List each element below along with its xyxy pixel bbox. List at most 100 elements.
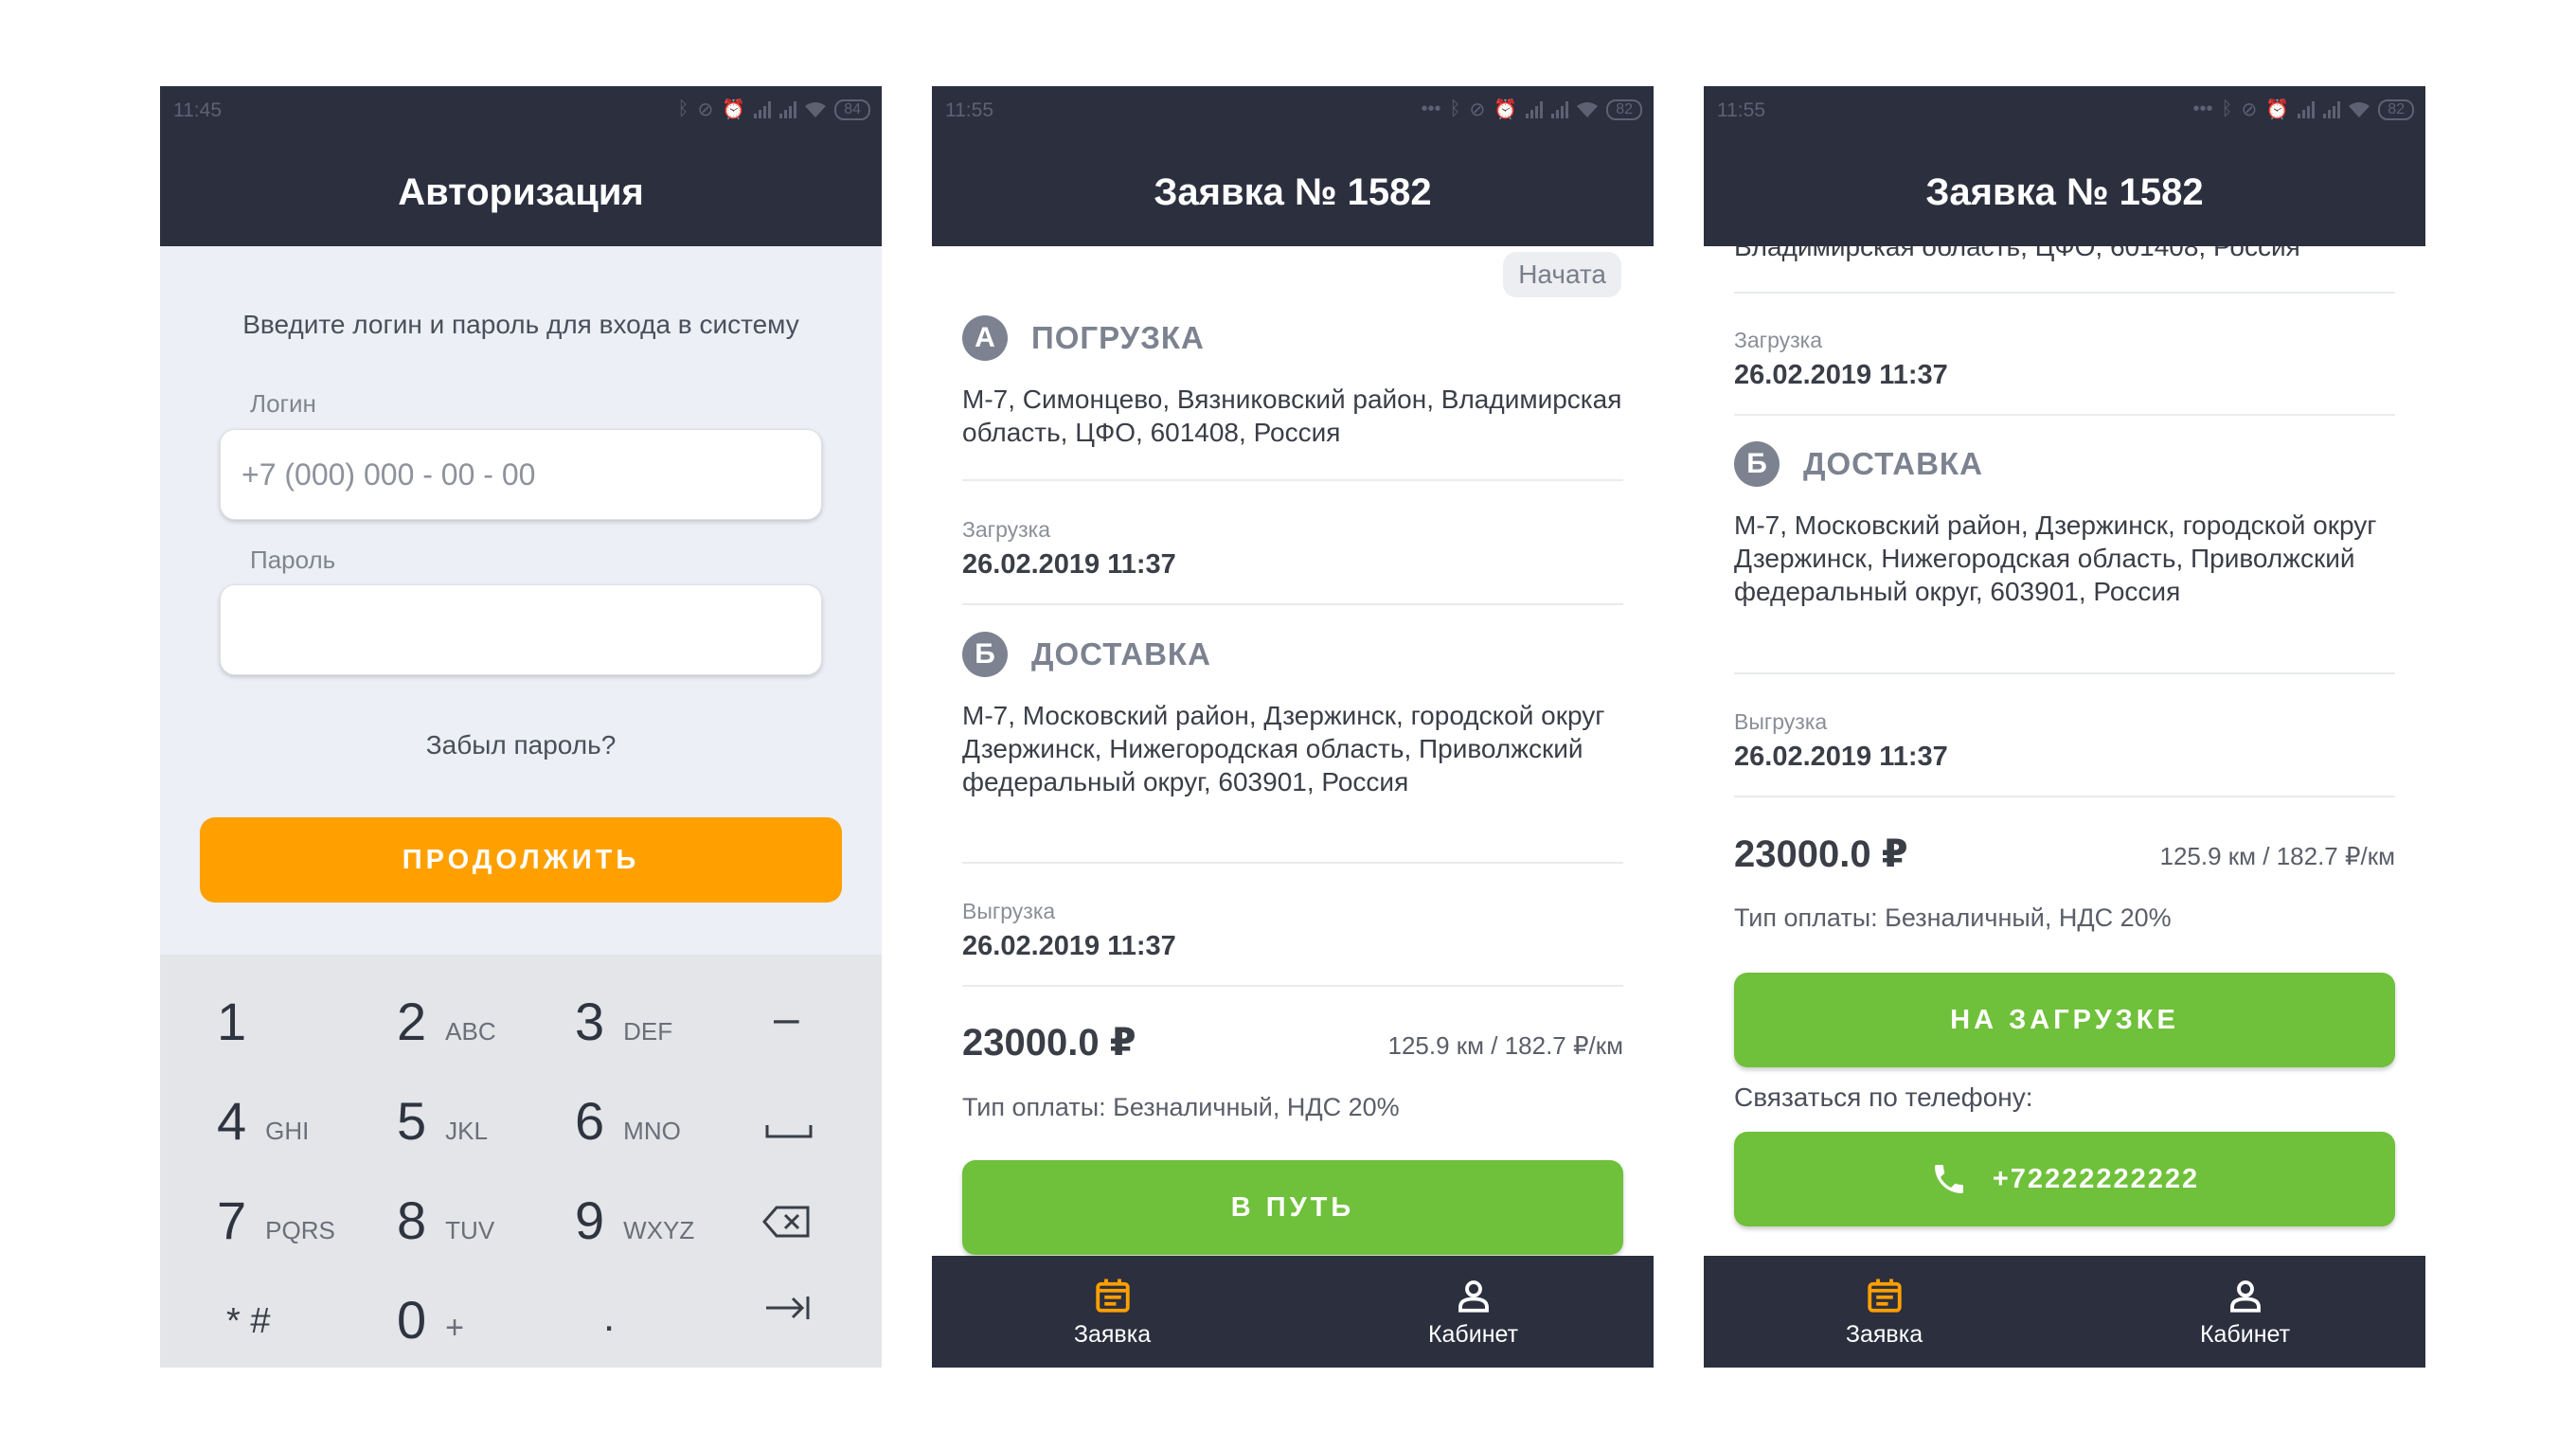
payment-type: Тип оплаты: Безналичный, НДС 20% bbox=[962, 1093, 1400, 1121]
divider bbox=[1734, 414, 2395, 416]
key-7[interactable]: 7 PQRS bbox=[217, 1190, 335, 1251]
phone-number: +72222222222 bbox=[1992, 1163, 2200, 1194]
loading-section-header: А ПОГРУЗКА bbox=[962, 315, 1205, 361]
key-0[interactable]: 0 + bbox=[397, 1289, 464, 1351]
battery-icon: 84 bbox=[834, 98, 870, 120]
status-time: 11:55 bbox=[1717, 99, 1765, 121]
delivery-marker: Б bbox=[962, 632, 1008, 677]
on-the-way-button[interactable]: В ПУТЬ bbox=[962, 1160, 1623, 1255]
signal-icon bbox=[779, 100, 797, 118]
key-1[interactable]: 1 bbox=[217, 991, 246, 1052]
space-key[interactable] bbox=[764, 1121, 814, 1140]
signal-icon bbox=[1526, 100, 1544, 118]
alarm-icon: ⏰ bbox=[1494, 99, 1518, 120]
login-field[interactable] bbox=[220, 429, 822, 520]
minus-key[interactable]: – bbox=[774, 993, 799, 1045]
alarm-icon: ⏰ bbox=[2265, 99, 2290, 120]
loading-marker: А bbox=[962, 315, 1008, 361]
divider bbox=[1734, 672, 2395, 674]
bluetooth-icon: ᛒ bbox=[2221, 98, 2233, 119]
nav-cabinet[interactable]: Кабинет bbox=[2065, 1256, 2425, 1368]
status-time: 11:55 bbox=[945, 99, 993, 121]
at-loading-button[interactable]: НА ЗАГРУЗКЕ bbox=[1734, 973, 2395, 1067]
contact-label: Связаться по телефону: bbox=[1734, 1082, 2033, 1112]
star-hash-key[interactable]: * # bbox=[226, 1301, 270, 1342]
loading-time-label: Загрузка bbox=[1734, 328, 1823, 352]
divider bbox=[962, 603, 1623, 605]
person-icon bbox=[2229, 1279, 2261, 1313]
key-2[interactable]: 2 ABC bbox=[397, 991, 496, 1052]
nav-order-label: Заявка bbox=[1073, 1320, 1152, 1348]
unloading-time: 26.02.2019 11:37 bbox=[1734, 742, 1948, 772]
page-title: Заявка № 1582 bbox=[932, 139, 1654, 246]
mute-icon: ⊘ bbox=[697, 99, 714, 120]
forgot-password-link[interactable]: Забыл пароль? bbox=[160, 730, 882, 760]
divider bbox=[962, 985, 1623, 987]
dot-key[interactable]: . bbox=[603, 1294, 615, 1341]
loading-time: 26.02.2019 11:37 bbox=[1734, 360, 1948, 390]
signal-icon bbox=[754, 100, 772, 118]
mute-icon: ⊘ bbox=[2241, 99, 2258, 120]
tab-icon[interactable] bbox=[762, 1292, 812, 1324]
key-4[interactable]: 4 GHI bbox=[217, 1090, 309, 1152]
order-screen: 11:55 ••• ᛒ ⊘ ⏰ 82 Заявка № 1582 Начата … bbox=[932, 86, 1654, 1368]
order-screen-scrolled: Владимирская область, ЦФО, 601408, Росси… bbox=[1704, 86, 2425, 1368]
bottom-navigation: Заявка Кабинет bbox=[932, 1256, 1654, 1368]
battery-icon: 82 bbox=[2378, 98, 2414, 120]
nav-order[interactable]: Заявка bbox=[1704, 1256, 2065, 1368]
delivery-address: М-7, Московский район, Дзержинск, городс… bbox=[962, 701, 1605, 796]
wifi-icon bbox=[1577, 101, 1599, 117]
numeric-keypad: 1 2 ABC 3 DEF – 4 GHI 5 JKL 6 MNO 7 PQRS 8 TUV … bbox=[160, 955, 882, 1368]
backspace-icon[interactable] bbox=[762, 1205, 812, 1239]
auth-screen: 11:45 ᛒ ⊘ ⏰ 84 Авторизация Введите логин… bbox=[160, 86, 882, 1368]
loading-time: 26.02.2019 11:37 bbox=[962, 549, 1176, 580]
call-button[interactable]: +72222222222 bbox=[1734, 1132, 2395, 1226]
password-field[interactable] bbox=[220, 584, 822, 675]
password-label: Пароль bbox=[250, 546, 336, 574]
status-bar: 11:55 ••• ᛒ ⊘ ⏰ 82 bbox=[932, 86, 1654, 139]
key-6[interactable]: 6 MNO bbox=[575, 1090, 681, 1152]
bluetooth-icon: ᛒ bbox=[1449, 98, 1461, 119]
status-bar: 11:55 ••• ᛒ ⊘ ⏰ 82 bbox=[1704, 86, 2425, 139]
nav-cabinet[interactable]: Кабинет bbox=[1293, 1256, 1654, 1368]
key-8[interactable]: 8 TUV bbox=[397, 1190, 494, 1251]
login-instructions: Введите логин и пароль для входа в систе… bbox=[242, 310, 799, 339]
key-5[interactable]: 5 JKL bbox=[397, 1090, 488, 1152]
signal-icon bbox=[1551, 100, 1569, 118]
wifi-icon bbox=[805, 101, 827, 117]
distance-rate: 125.9 км / 182.7 ₽/км bbox=[2159, 842, 2395, 870]
key-3[interactable]: 3 DEF bbox=[575, 991, 672, 1052]
loading-title: ПОГРУЗКА bbox=[1031, 320, 1205, 355]
divider bbox=[962, 862, 1623, 864]
divider bbox=[1734, 796, 2395, 797]
password-input[interactable] bbox=[221, 585, 821, 674]
delivery-marker: Б bbox=[1734, 441, 1780, 487]
key-9[interactable]: 9 WXYZ bbox=[575, 1190, 694, 1251]
continue-button[interactable]: ПРОДОЛЖИТЬ bbox=[200, 817, 842, 903]
nav-cabinet-label: Кабинет bbox=[2199, 1320, 2291, 1348]
unloading-time-label: Выгрузка bbox=[1734, 709, 1828, 734]
unloading-time: 26.02.2019 11:37 bbox=[962, 931, 1176, 961]
battery-icon: 82 bbox=[1606, 98, 1642, 120]
nav-cabinet-label: Кабинет bbox=[1427, 1320, 1519, 1348]
loading-address: М-7, Симонцево, Вязниковский район, Влад… bbox=[962, 385, 1622, 447]
nav-order[interactable]: Заявка bbox=[932, 1256, 1293, 1368]
wifi-icon bbox=[2349, 101, 2370, 117]
distance-rate: 125.9 км / 182.7 ₽/км bbox=[1387, 1031, 1623, 1060]
status-bar: 11:45 ᛒ ⊘ ⏰ 84 bbox=[160, 86, 882, 139]
login-label: Логин bbox=[250, 389, 316, 418]
loading-time-label: Загрузка bbox=[962, 517, 1051, 542]
nav-order-label: Заявка bbox=[1845, 1320, 1923, 1348]
status-time: 11:45 bbox=[173, 99, 222, 121]
phone-icon bbox=[1934, 1165, 1963, 1193]
signal-icon bbox=[2323, 100, 2341, 118]
delivery-address: М-7, Московский район, Дзержинск, городс… bbox=[1734, 510, 2377, 606]
delivery-title: ДОСТАВКА bbox=[1031, 636, 1211, 671]
page-title: Заявка № 1582 bbox=[1704, 139, 2425, 246]
alarm-icon: ⏰ bbox=[722, 99, 746, 120]
delivery-section-header: Б ДОСТАВКА bbox=[1734, 441, 1983, 487]
price: 23000.0 ₽ bbox=[1734, 833, 1908, 875]
price: 23000.0 ₽ bbox=[962, 1022, 1136, 1064]
divider bbox=[1734, 292, 2395, 294]
login-input[interactable] bbox=[221, 430, 821, 519]
